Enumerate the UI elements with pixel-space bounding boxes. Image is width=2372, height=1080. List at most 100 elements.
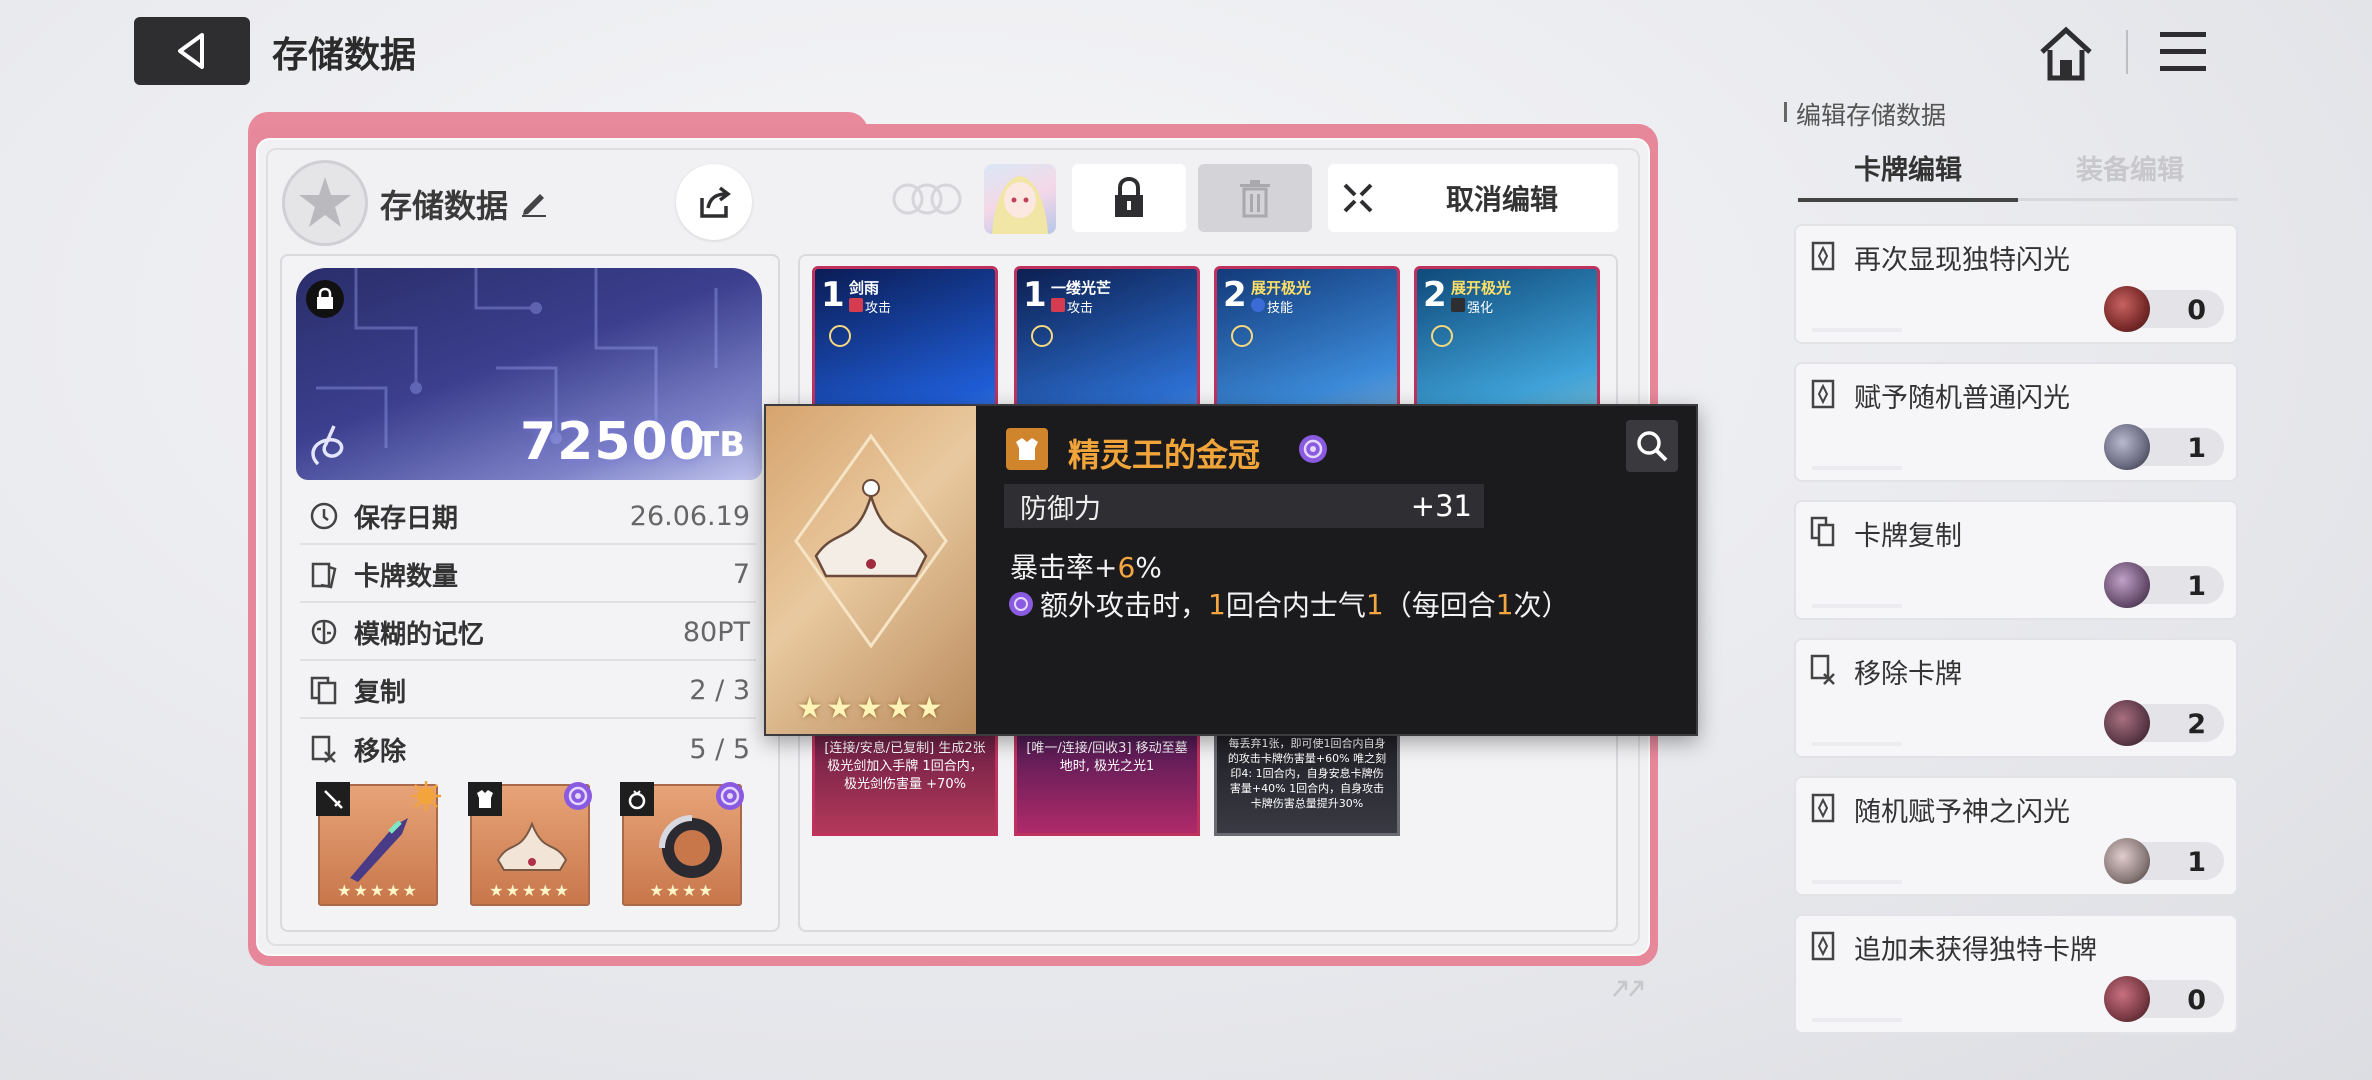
tooltip-stat-value: +31 (1410, 489, 1472, 523)
sidebar-item-random-divine-flash[interactable]: 随机赋予神之闪光 1 (1794, 776, 2238, 896)
item-deco-line (1812, 466, 1902, 470)
item-count: 0 (2187, 985, 2206, 1016)
save-slot-icon (282, 160, 368, 246)
sidebar-item-label: 移除卡牌 (1854, 659, 1962, 690)
tab-card-edit[interactable]: 卡牌编辑 (1798, 148, 2018, 202)
tooltip-effect-crit: 暴击率+6% (1010, 546, 1162, 586)
card-description: [唯一/连接/回收3] 移动至墓地时, 极光之光1 (1026, 741, 1188, 774)
header-divider (2126, 30, 2128, 74)
stat-label: 复制 (354, 677, 407, 708)
card-type: 攻击 (865, 301, 892, 316)
sidebar-item-reveal-unique-flash[interactable]: 再次显现独特闪光 0 (1794, 224, 2238, 344)
save-name: 存储数据 (380, 187, 509, 225)
sidebar-item-remove-card[interactable]: 移除卡牌 2 (1794, 638, 2238, 758)
close-icon (1328, 164, 1388, 232)
stat-value: 7 (732, 558, 750, 590)
stat-value: 5 / 5 (689, 733, 750, 765)
lock-icon (1115, 176, 1143, 217)
share-icon (700, 186, 731, 218)
home-button[interactable] (2036, 24, 2096, 84)
effect-text: % (1135, 551, 1162, 584)
stat-row-copy: 复制 2 / 3 (300, 663, 756, 719)
item-deco-line (1812, 328, 1902, 332)
music-clef-icon (311, 425, 344, 466)
effect-text: 次） (1513, 589, 1570, 622)
card-slot-icon (1231, 325, 1253, 347)
attack-type-icon (849, 298, 863, 312)
back-button[interactable] (134, 17, 250, 85)
gear-ring-icon (659, 815, 722, 878)
delete-button[interactable] (1198, 164, 1312, 232)
tooltip-item-art: ★★★★★ (766, 406, 976, 734)
stat-label: 模糊的记忆 (354, 619, 485, 650)
copy-icon (1810, 516, 1835, 547)
effect-number: 1 (1495, 587, 1514, 621)
lock-button[interactable] (1072, 164, 1186, 232)
sidebar-item-add-unique-card[interactable]: 追加未获得独特卡牌 0 (1794, 914, 2238, 1034)
item-count: 1 (2187, 847, 2206, 878)
buff-type-icon (1451, 298, 1465, 312)
item-avatar-icon (2104, 286, 2150, 332)
swirl-rarity-icon (1299, 435, 1327, 463)
hamburger-icon (2160, 32, 2206, 71)
card-type: 强化 (1467, 301, 1494, 316)
effect-text: 回合内士气 (1225, 589, 1366, 622)
deck-card-lower[interactable]: 每丢弃1张，即可使1回合内自身的攻击卡牌伤害量+60% 唯之刻印4: 1回合内，… (1214, 732, 1400, 836)
item-avatar-icon (2104, 976, 2150, 1022)
stat-value: 26.06.19 (629, 500, 750, 532)
effect-text: 额外攻击时， (1040, 589, 1209, 622)
item-count: 1 (2187, 433, 2206, 464)
share-button[interactable] (676, 164, 752, 240)
rings-decoration (892, 183, 962, 215)
menu-button[interactable] (2158, 28, 2208, 76)
attack-type-icon (1051, 298, 1065, 312)
character-avatar[interactable] (984, 164, 1056, 234)
stat-row-remove: 移除 5 / 5 (300, 721, 756, 777)
tooltip-stat-label: 防御力 (1020, 493, 1101, 525)
equipment-slot-armor[interactable]: ★★★★★ (468, 782, 592, 906)
swirl-rarity-icon (716, 782, 744, 810)
cancel-edit-button[interactable]: 取消编辑 (1328, 164, 1618, 232)
arrows-decoration (1613, 980, 1644, 997)
skill-type-icon (1251, 298, 1265, 312)
card-description: 每丢弃1张，即可使1回合内自身的攻击卡牌伤害量+60% 唯之刻印4: 1回合内，… (1227, 737, 1387, 810)
stat-row-save-date: 保存日期 26.06.19 (300, 489, 756, 545)
deck-card-lower[interactable]: [连接/安息/已复制] 生成2张极光剑加入手牌 1回合内，极光剑伤害量 +70% (812, 732, 998, 836)
sidebar-item-random-normal-flash[interactable]: 赋予随机普通闪光 1 (1794, 362, 2238, 482)
sidebar-item-label: 再次显现独特闪光 (1854, 245, 2070, 276)
tab-equipment-edit[interactable]: 装备编辑 (2020, 148, 2240, 202)
card-cost: 2 (1223, 275, 1247, 315)
zoom-button[interactable] (1626, 420, 1678, 472)
page-title: 存储数据 (272, 35, 417, 76)
effect-text: 暴击率+ (1010, 551, 1118, 584)
equipment-slot-accessory[interactable]: ★★★★ (620, 782, 744, 906)
pencil-icon (522, 194, 546, 217)
stat-label: 移除 (354, 736, 407, 767)
remove-card-icon (1810, 654, 1835, 685)
tooltip-stat-row: 防御力 +31 (1004, 484, 1484, 528)
tb-value: 72500 (520, 412, 706, 472)
card-description: [连接/安息/已复制] 生成2张极光剑加入手牌 1回合内，极光剑伤害量 +70% (824, 741, 986, 792)
card-flash-icon (1811, 379, 1835, 409)
search-icon (1637, 431, 1668, 462)
remove-icon (306, 731, 342, 767)
item-avatar-icon (2104, 424, 2150, 470)
item-count: 0 (2187, 295, 2206, 326)
home-icon (2040, 26, 2092, 81)
card-type: 攻击 (1067, 301, 1094, 316)
clock-icon (306, 498, 342, 534)
deck-card-lower[interactable]: [唯一/连接/回收3] 移动至墓地时, 极光之光1 (1014, 732, 1200, 836)
tooltip-effect-morale: 额外攻击时， 1 回合内士气 1 （每回合 1 次） (1008, 584, 1570, 624)
card-flash-icon (1811, 931, 1835, 961)
card-slot-icon (1431, 325, 1453, 347)
card-cost: 1 (1023, 275, 1047, 315)
sidebar-item-label: 追加未获得独特卡牌 (1854, 935, 2097, 966)
sidebar-item-card-copy[interactable]: 卡牌复制 1 (1794, 500, 2238, 620)
dagger-icon (350, 818, 408, 882)
equipment-slot-weapon[interactable]: ★★★★★ (316, 781, 441, 906)
stat-value: 80PT (682, 616, 750, 648)
tb-lock-icon (306, 280, 344, 318)
edit-name-button[interactable] (518, 186, 550, 218)
swirl-rarity-icon (1009, 592, 1033, 616)
effect-number: 1 (1208, 587, 1226, 621)
